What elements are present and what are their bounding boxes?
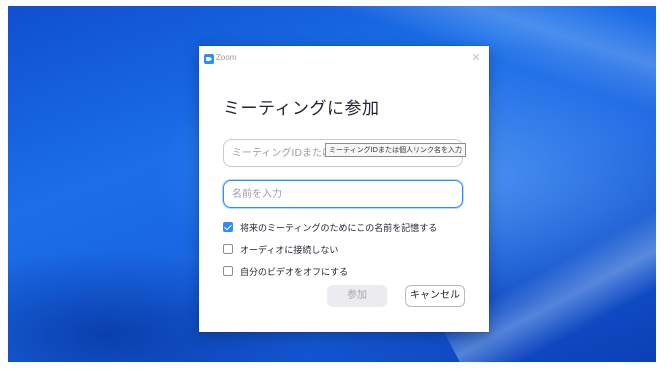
remember-name-label: 将来のミーティングのためにこの名前を記憶する xyxy=(240,223,438,234)
zoom-logo-icon xyxy=(204,54,214,64)
video-off-checkbox[interactable] xyxy=(223,266,233,276)
cancel-button[interactable]: キャンセル xyxy=(405,285,465,307)
video-off-label: 自分のビデオをオフにする xyxy=(240,267,349,278)
no-audio-checkbox[interactable] xyxy=(223,244,233,254)
join-button[interactable]: 参加 xyxy=(327,285,387,307)
no-audio-option[interactable]: オーディオに接続しない xyxy=(223,242,338,256)
join-meeting-dialog: Zoom ✕ ミーティングに参加 ミーティングIDまたは個人リンク名を入力 将来… xyxy=(199,46,489,332)
close-icon[interactable]: ✕ xyxy=(470,52,482,64)
remember-name-checkbox[interactable] xyxy=(223,222,233,232)
title-bar: Zoom ✕ xyxy=(199,46,489,72)
name-input[interactable] xyxy=(223,180,463,208)
meeting-id-tooltip: ミーティングIDまたは個人リンク名を入力 xyxy=(325,143,467,157)
no-audio-label: オーディオに接続しない xyxy=(240,245,339,256)
page-title: ミーティングに参加 xyxy=(223,99,380,119)
window-title: Zoom xyxy=(216,53,237,62)
remember-name-option[interactable]: 将来のミーティングのためにこの名前を記憶する xyxy=(223,220,437,234)
video-off-option[interactable]: 自分のビデオをオフにする xyxy=(223,264,348,278)
